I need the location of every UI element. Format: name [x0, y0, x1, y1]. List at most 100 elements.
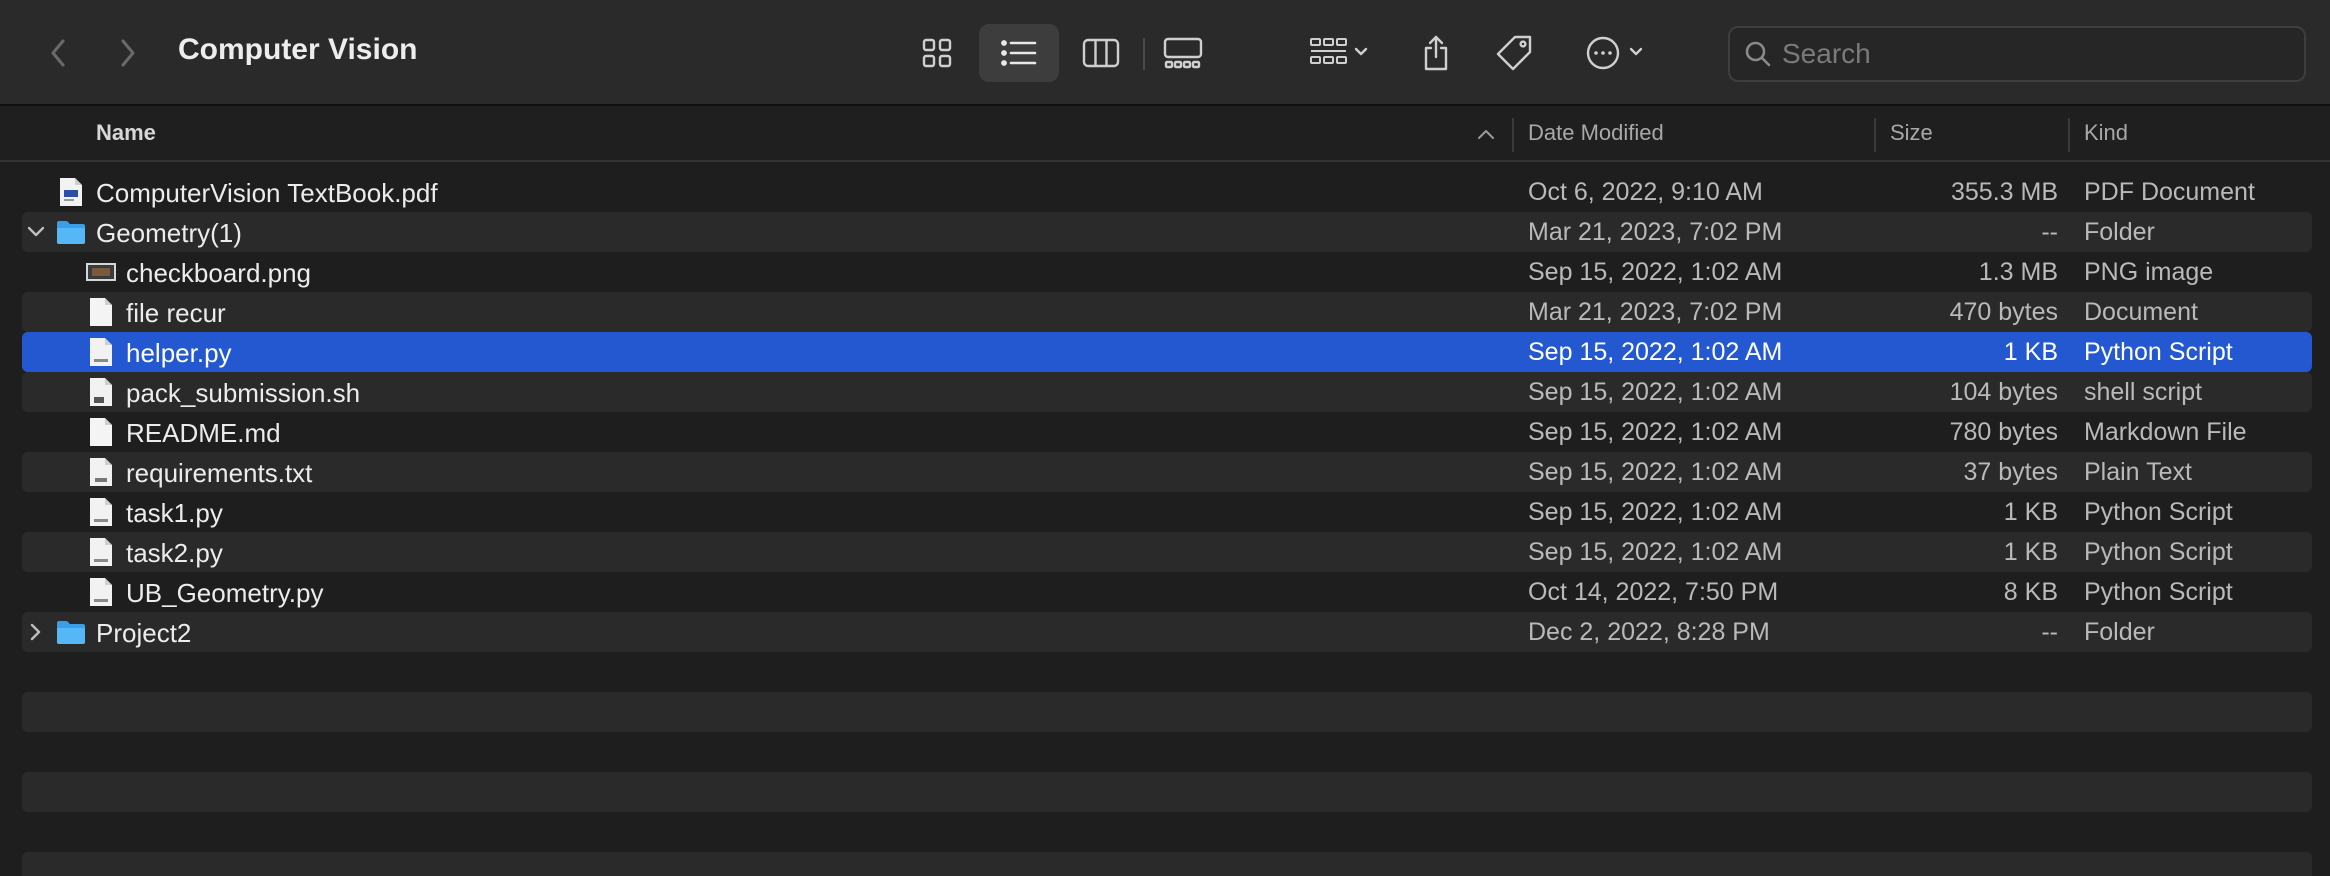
- image-file-icon: [86, 257, 116, 287]
- file-date-modified: Oct 6, 2022, 9:10 AM: [1528, 178, 1763, 206]
- file-kind: Markdown File: [2084, 418, 2247, 446]
- file-list: ComputerVision TextBook.pdf Oct 6, 2022, …: [22, 172, 2312, 652]
- file-kind: Document: [2084, 298, 2198, 326]
- table-row[interactable]: checkboard.png Sep 15, 2022, 1:02 AM 1.3 M…: [22, 252, 2312, 292]
- column-size-header[interactable]: Size: [1890, 120, 1933, 146]
- file-kind: Plain Text: [2084, 458, 2192, 486]
- share-icon: [1424, 35, 1448, 71]
- table-row[interactable]: pack_submission.sh Sep 15, 2022, 1:02 AM 1…: [22, 372, 2312, 412]
- file-size: --: [2041, 618, 2058, 646]
- file-name: Project2: [96, 618, 192, 648]
- column-date-header[interactable]: Date Modified: [1528, 120, 1664, 146]
- empty-row: [22, 772, 2312, 812]
- table-row[interactable]: ComputerVision TextBook.pdf Oct 6, 2022, …: [22, 172, 2312, 212]
- file-date-modified: Mar 21, 2023, 7:02 PM: [1528, 218, 1783, 246]
- window-title: Computer Vision: [178, 33, 418, 66]
- file-name: task2.py: [126, 538, 223, 568]
- file-date-modified: Mar 21, 2023, 7:02 PM: [1528, 298, 1783, 326]
- list-view-button[interactable]: [979, 24, 1059, 82]
- empty-row: [22, 692, 2312, 732]
- file-name: task1.py: [126, 498, 223, 528]
- more-actions-button[interactable]: [1576, 0, 1656, 106]
- folder-icon: [56, 617, 86, 647]
- table-row[interactable]: README.md Sep 15, 2022, 1:02 AM 780 bytes M…: [22, 412, 2312, 452]
- column-view-button[interactable]: [1061, 24, 1141, 82]
- file-size: 355.3 MB: [1950, 178, 2058, 206]
- toolbar: Computer Vision: [0, 0, 2330, 106]
- file-date-modified: Sep 15, 2022, 1:02 AM: [1528, 498, 1783, 526]
- sort-ascending-icon[interactable]: [1476, 128, 1496, 140]
- icon-view-button[interactable]: [897, 24, 977, 82]
- file-size: 8 KB: [2003, 578, 2058, 606]
- file-kind: shell script: [2084, 378, 2203, 406]
- file-name: file recur: [126, 298, 226, 328]
- python-file-icon: [86, 537, 116, 567]
- file-name: checkboard.png: [126, 258, 312, 288]
- column-name-header[interactable]: Name: [96, 120, 156, 146]
- file-kind: Python Script: [2084, 498, 2233, 526]
- table-row[interactable]: task1.py Sep 15, 2022, 1:02 AM 1 KB Python …: [22, 492, 2312, 532]
- disclosure-collapsed-icon[interactable]: [24, 620, 48, 644]
- ellipsis-circle-icon: [1586, 36, 1643, 70]
- file-kind: Python Script: [2084, 538, 2233, 566]
- table-row[interactable]: Project2 Dec 2, 2022, 8:28 PM -- Folder: [22, 612, 2312, 652]
- gallery-view-icon: [1163, 37, 1203, 69]
- file-kind: Python Script: [2084, 338, 2233, 366]
- group-by-icon: [1310, 38, 1368, 64]
- search-field[interactable]: [1728, 26, 2306, 82]
- file-size: 1 KB: [2003, 338, 2058, 366]
- pdf-file-icon: [56, 177, 86, 207]
- list-view-icon: [1001, 40, 1037, 66]
- file-date-modified: Sep 15, 2022, 1:02 AM: [1528, 458, 1783, 486]
- chevron-left-icon: [51, 39, 65, 67]
- gallery-view-button[interactable]: [1143, 24, 1223, 82]
- search-icon: [1745, 41, 1771, 67]
- file-size: 470 bytes: [1949, 298, 2058, 326]
- file-kind: Python Script: [2084, 578, 2233, 606]
- file-kind: PDF Document: [2084, 178, 2255, 206]
- table-row[interactable]: UB_Geometry.py Oct 14, 2022, 7:50 PM 8 KB P…: [22, 572, 2312, 612]
- python-file-icon: [86, 497, 116, 527]
- table-row[interactable]: requirements.txt Sep 15, 2022, 1:02 AM 37 …: [22, 452, 2312, 492]
- forward-button[interactable]: [100, 0, 156, 106]
- file-date-modified: Sep 15, 2022, 1:02 AM: [1528, 258, 1783, 286]
- group-button[interactable]: [1300, 0, 1380, 106]
- file-size: 1 KB: [2003, 498, 2058, 526]
- file-name: UB_Geometry.py: [126, 578, 324, 608]
- column-divider[interactable]: [1874, 118, 1876, 152]
- file-name: Geometry(1): [96, 218, 242, 248]
- empty-row: [22, 852, 2312, 876]
- table-row[interactable]: task2.py Sep 15, 2022, 1:02 AM 1 KB Python …: [22, 532, 2312, 572]
- python-file-icon: [86, 337, 116, 367]
- text-file-icon: [86, 457, 116, 487]
- file-date-modified: Dec 2, 2022, 8:28 PM: [1528, 618, 1770, 646]
- column-divider[interactable]: [1512, 118, 1514, 152]
- tag-button[interactable]: [1486, 0, 1542, 106]
- share-button[interactable]: [1408, 0, 1464, 106]
- table-row-selected[interactable]: helper.py Sep 15, 2022, 1:02 AM 1 KB Python…: [22, 332, 2312, 372]
- icon-view-icon: [922, 38, 952, 68]
- column-kind-header[interactable]: Kind: [2084, 120, 2128, 146]
- file-kind: Folder: [2084, 618, 2155, 646]
- file-size: 37 bytes: [1963, 458, 2058, 486]
- table-row[interactable]: file recur Mar 21, 2023, 7:02 PM 470 bytes…: [22, 292, 2312, 332]
- chevron-right-icon: [121, 39, 135, 67]
- file-name: requirements.txt: [126, 458, 313, 488]
- file-date-modified: Oct 14, 2022, 7:50 PM: [1528, 578, 1779, 606]
- file-size: 104 bytes: [1949, 378, 2058, 406]
- file-size: 1.3 MB: [1978, 258, 2058, 286]
- file-name: ComputerVision TextBook.pdf: [96, 178, 438, 208]
- table-row[interactable]: Geometry(1) Mar 21, 2023, 7:02 PM -- Folder: [22, 212, 2312, 252]
- column-divider[interactable]: [2068, 118, 2070, 152]
- search-input[interactable]: [1782, 34, 2282, 74]
- disclosure-expanded-icon[interactable]: [24, 220, 48, 244]
- column-view-icon: [1082, 38, 1120, 68]
- column-header: Name Date Modified Size Kind: [0, 106, 2330, 162]
- document-icon: [86, 297, 116, 327]
- file-name: pack_submission.sh: [126, 378, 361, 408]
- file-name: helper.py: [126, 338, 232, 368]
- document-icon: [86, 417, 116, 447]
- back-button[interactable]: [30, 0, 86, 106]
- file-date-modified: Sep 15, 2022, 1:02 AM: [1528, 538, 1783, 566]
- file-date-modified: Sep 15, 2022, 1:02 AM: [1528, 418, 1783, 446]
